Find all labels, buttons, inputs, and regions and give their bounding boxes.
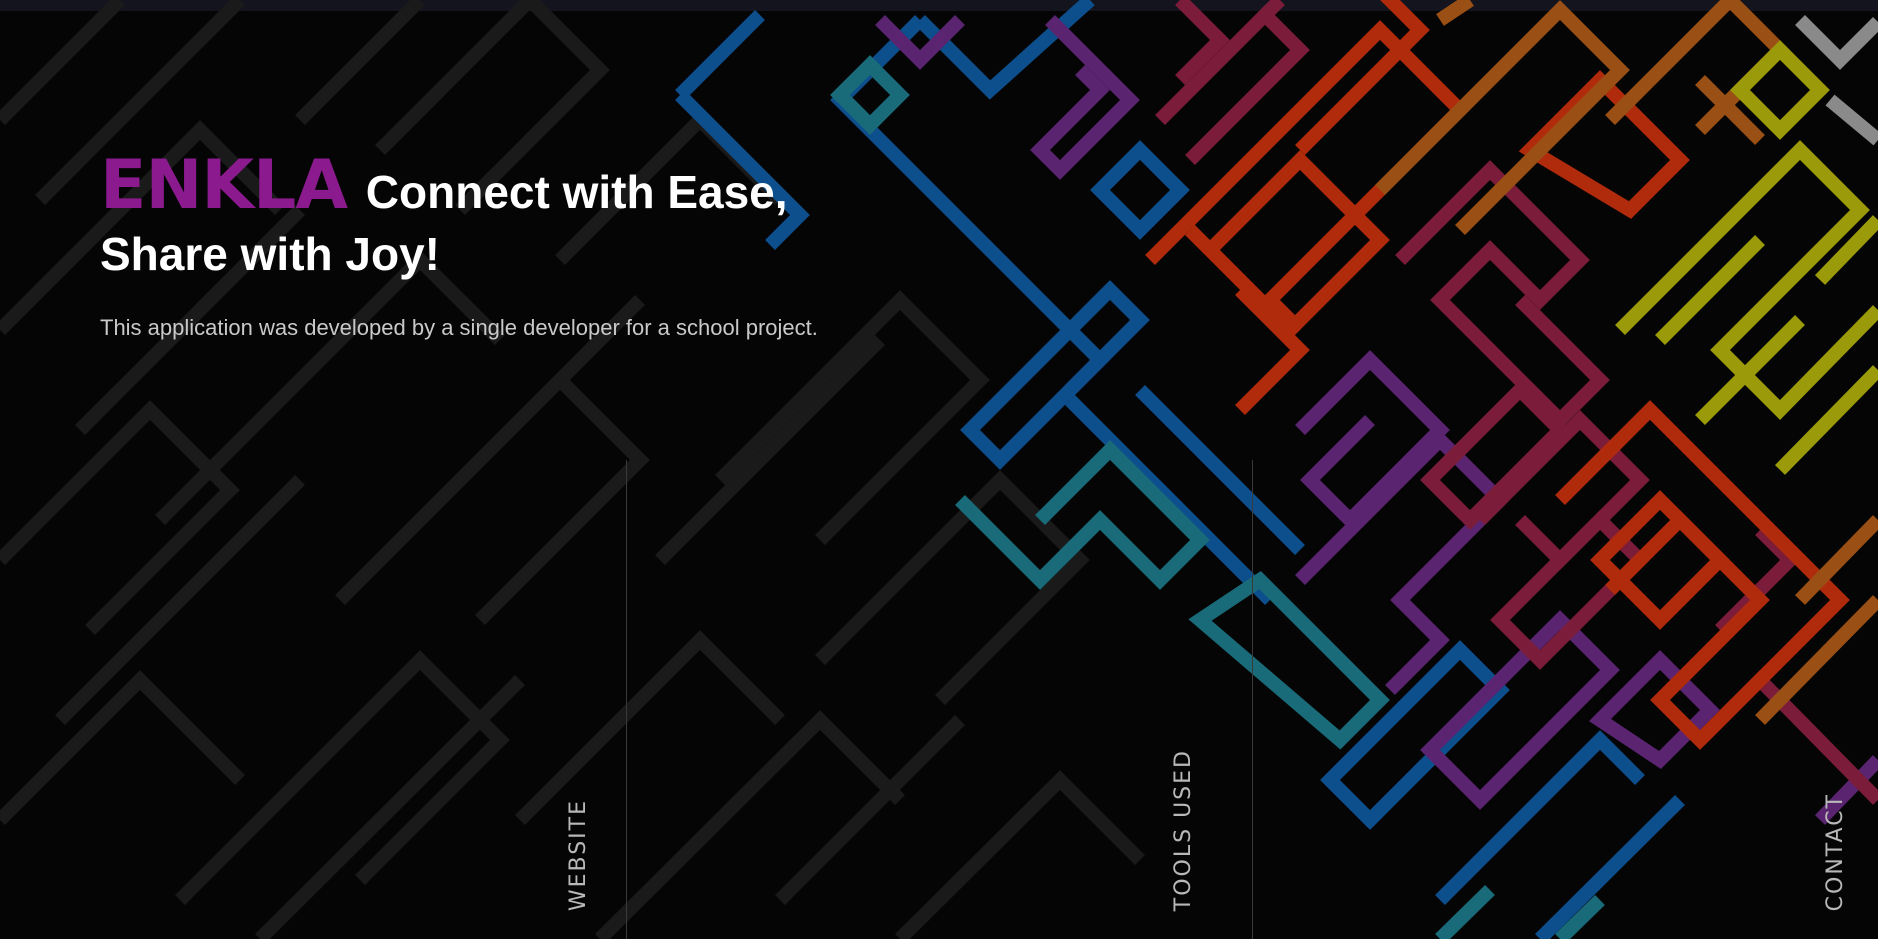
hero-headline: ENKLA Connect with Ease, Share with Joy! [100, 152, 920, 285]
maze-background [0, 0, 1878, 939]
section-divider [626, 460, 627, 939]
section-divider [1252, 460, 1253, 939]
brand-logo-text: ENKLA [100, 146, 348, 225]
tools-used-tab-label: TOOLS USED [1170, 748, 1196, 911]
website-section-tab[interactable]: WEBSITE [558, 681, 598, 911]
headline-line-2: Share with Joy! [100, 228, 440, 280]
hero-subtitle: This application was developed by a sing… [100, 315, 818, 340]
tools-used-section-tab[interactable]: TOOLS USED [1163, 681, 1203, 911]
website-tab-label: WEBSITE [565, 798, 591, 911]
contact-section-tab[interactable]: CONTACT [1815, 681, 1855, 911]
contact-tab-label: CONTACT [1822, 792, 1848, 911]
headline-line-1: Connect with Ease, [365, 166, 788, 218]
hero-section: ENKLA Connect with Ease, Share with Joy!… [100, 152, 920, 341]
